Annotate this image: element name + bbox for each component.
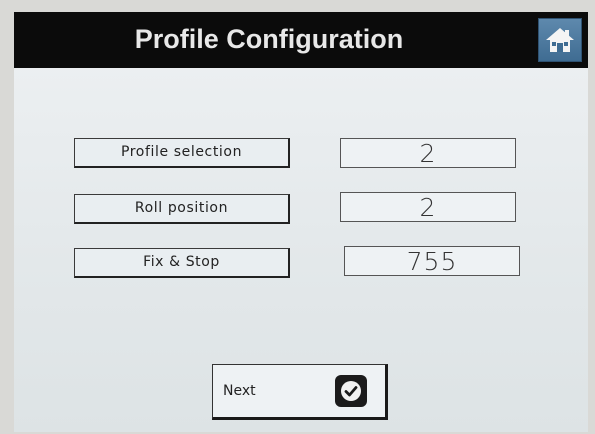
- hmi-screen: Profile Configuration Profile selection …: [14, 12, 588, 432]
- home-button[interactable]: [538, 18, 582, 62]
- checkmark-icon: [335, 375, 367, 407]
- profile-selection-button[interactable]: Profile selection: [74, 138, 290, 168]
- page-title: Profile Configuration: [134, 24, 404, 54]
- profile-selection-value[interactable]: 2: [340, 138, 516, 168]
- roll-position-button[interactable]: Roll position: [74, 194, 290, 224]
- fix-and-stop-value[interactable]: 755: [344, 246, 520, 276]
- fix-and-stop-button[interactable]: Fix & Stop: [74, 248, 290, 278]
- next-button-label: Next: [223, 383, 256, 399]
- next-button[interactable]: Next: [212, 364, 388, 420]
- roll-position-value[interactable]: 2: [340, 192, 516, 222]
- home-icon: [546, 28, 574, 52]
- title-bar: Profile Configuration: [14, 12, 588, 68]
